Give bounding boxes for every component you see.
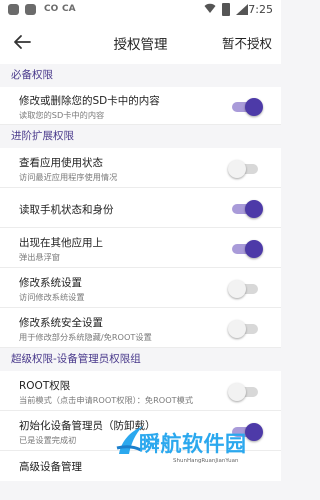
item-title: 修改或删除您的SD卡中的内容 [19, 95, 160, 107]
watermark-subtext: ShunHangRuanJianYuan [173, 458, 239, 464]
toggle-switch[interactable] [228, 320, 258, 338]
item-subtitle: 访问修改系统设置 [19, 292, 85, 302]
toggle-switch[interactable] [232, 98, 263, 116]
permission-item-usage-stats[interactable]: 查看应用使用状态 访问最近应用程序使用情况 [0, 148, 281, 188]
watermark: 瞬航软件园 ShunHangRuanJianYuan [115, 422, 265, 482]
section-header-required: 必备权限 [0, 64, 281, 87]
toggle-switch[interactable] [232, 200, 263, 218]
section-header-advanced: 进阶扩展权限 [0, 125, 281, 148]
permission-item-write-settings[interactable]: 修改系统设置 访问修改系统设置 [0, 268, 281, 308]
toggle-switch[interactable] [228, 383, 258, 401]
ca-icon: CA [62, 4, 76, 14]
item-title: 查看应用使用状态 [19, 157, 103, 169]
permission-item-sd-card[interactable]: 修改或删除您的SD卡中的内容 读取您的SD卡中的内容 [0, 87, 281, 125]
item-title: 高级设备管理 [19, 461, 82, 473]
item-subtitle: 访问最近应用程序使用情况 [19, 172, 118, 182]
toggle-switch[interactable] [232, 240, 263, 258]
item-subtitle: 读取您的SD卡中的内容 [19, 110, 105, 120]
battery-icon [222, 3, 230, 16]
item-subtitle: 已是设置完成初 [19, 435, 77, 445]
app-bar: 授权管理 暂不授权 [0, 20, 281, 64]
item-title: ROOT权限 [19, 380, 71, 392]
signal-icon [236, 4, 248, 15]
skip-authorization-button[interactable]: 暂不授权 [222, 33, 272, 52]
toggle-switch[interactable] [228, 160, 258, 178]
status-bar: CO CA 7:25 [0, 0, 281, 20]
item-title: 修改系统安全设置 [19, 317, 103, 329]
section-header-super: 超级权限-设备管理员权限组 [0, 348, 281, 371]
permission-item-phone-state[interactable]: 读取手机状态和身份 [0, 188, 281, 228]
item-subtitle: 当前模式（点击申请ROOT权限）：免ROOT模式 [19, 395, 194, 405]
item-subtitle: 用于修改部分系统隐藏/免ROOT设置 [19, 332, 152, 342]
permission-list: 必备权限 修改或删除您的SD卡中的内容 读取您的SD卡中的内容 进阶扩展权限 查… [0, 64, 281, 481]
permission-item-root[interactable]: ROOT权限 当前模式（点击申请ROOT权限）：免ROOT模式 [0, 371, 281, 411]
item-subtitle: 弹出悬浮窗 [19, 252, 60, 262]
item-title: 修改系统设置 [19, 277, 82, 289]
watermark-text: 瞬航软件园 [139, 432, 247, 456]
wifi-icon [204, 3, 216, 13]
item-title: 出现在其他应用上 [19, 237, 103, 249]
permission-item-overlay[interactable]: 出现在其他应用上 弹出悬浮窗 [0, 228, 281, 268]
item-title: 读取手机状态和身份 [19, 204, 114, 216]
clock: 7:25 [248, 3, 273, 16]
app-notification-icon [25, 4, 36, 15]
app-notification-icon [8, 4, 19, 15]
toggle-switch[interactable] [228, 280, 258, 298]
co-icon: CO [44, 4, 59, 14]
permission-item-secure-settings[interactable]: 修改系统安全设置 用于修改部分系统隐藏/免ROOT设置 [0, 308, 281, 348]
